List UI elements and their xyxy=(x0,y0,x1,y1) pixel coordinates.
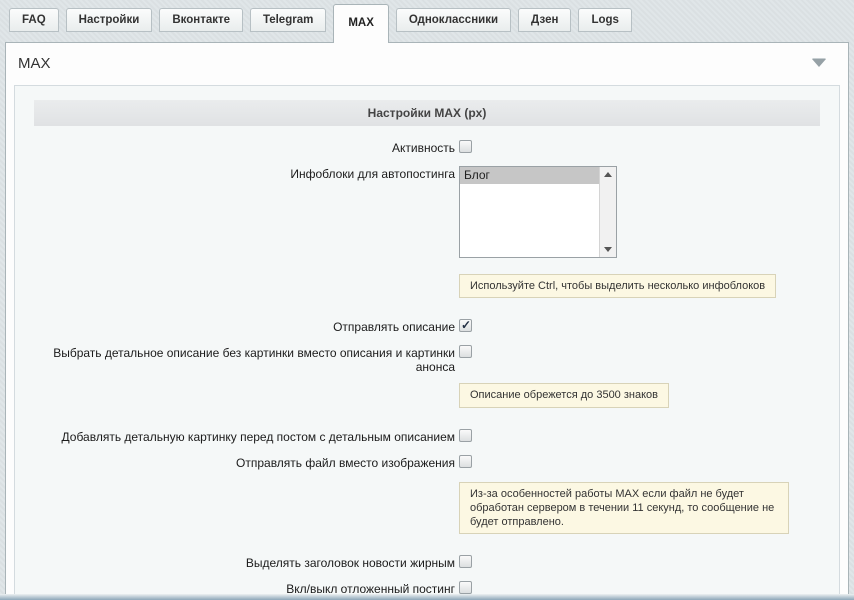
tab-faq[interactable]: FAQ xyxy=(9,8,59,32)
file-processing-hint: Из-за особенностей работы MAX если файл … xyxy=(459,482,789,535)
scroll-up-icon[interactable] xyxy=(600,167,616,182)
listbox-scrollbar[interactable] xyxy=(599,167,616,257)
tab-dzen[interactable]: Дзен xyxy=(518,8,571,32)
row-file-hint: Из-за особенностей работы MAX если файл … xyxy=(34,473,820,556)
listbox-option-blog[interactable]: Блог xyxy=(460,167,599,184)
row-detail-no-image: Выбрать детальное описание без картинки … xyxy=(34,345,820,374)
send-description-checkbox[interactable] xyxy=(459,319,472,332)
scroll-down-icon[interactable] xyxy=(600,242,616,257)
row-deferred-posting: Вкл/выкл отложенный постинг xyxy=(34,581,820,594)
row-description-hint: Описание обрежется до 3500 знаков xyxy=(34,374,820,428)
row-file-instead-image: Отправлять файл вместо изображения xyxy=(34,455,820,473)
description-limit-hint: Описание обрежется до 3500 знаков xyxy=(459,383,669,407)
tab-bar: FAQ Настройки Вконтакте Telegram MAX Одн… xyxy=(0,0,854,42)
file-instead-image-label: Отправлять файл вместо изображения xyxy=(34,455,459,470)
settings-panel: Настройки MAX (px) Активность Инфоблоки … xyxy=(14,85,840,594)
bold-title-label: Выделять заголовок новости жирным xyxy=(34,555,459,570)
detail-image-before-checkbox[interactable] xyxy=(459,429,472,442)
tab-telegram[interactable]: Telegram xyxy=(250,8,326,32)
row-send-description: Отправлять описание xyxy=(34,319,820,337)
deferred-posting-checkbox[interactable] xyxy=(459,581,472,594)
infoblocks-hint: Используйте Ctrl, чтобы выделить несколь… xyxy=(459,274,776,298)
infoblocks-label: Инфоблоки для автопостинга xyxy=(34,166,459,181)
tab-logs[interactable]: Logs xyxy=(578,8,631,32)
tab-vkontakte[interactable]: Вконтакте xyxy=(159,8,243,32)
row-detail-image-before: Добавлять детальную картинку перед посто… xyxy=(34,429,820,447)
collapse-chevron-down-icon[interactable] xyxy=(812,59,826,67)
infoblocks-listbox[interactable]: Блог xyxy=(459,166,617,258)
row-bold-title: Выделять заголовок новости жирным xyxy=(34,555,820,573)
section-header-bar: MAX xyxy=(6,43,848,85)
page-title: MAX xyxy=(18,55,51,72)
row-infoblocks: Инфоблоки для автопостинга Блог xyxy=(34,166,820,258)
activity-label: Активность xyxy=(34,140,459,155)
send-description-label: Отправлять описание xyxy=(34,319,459,334)
detail-no-image-label: Выбрать детальное описание без картинки … xyxy=(34,345,459,374)
file-instead-image-checkbox[interactable] xyxy=(459,455,472,468)
tab-settings[interactable]: Настройки xyxy=(66,8,153,32)
detail-image-before-label: Добавлять детальную картинку перед посто… xyxy=(34,429,459,444)
bottom-edge-strip xyxy=(0,594,854,600)
tab-odnoklassniki[interactable]: Одноклассники xyxy=(396,8,511,32)
row-infoblocks-hint: Используйте Ctrl, чтобы выделить несколь… xyxy=(34,258,820,319)
deferred-posting-label: Вкл/выкл отложенный постинг xyxy=(34,581,459,594)
activity-checkbox[interactable] xyxy=(459,140,472,153)
detail-no-image-checkbox[interactable] xyxy=(459,345,472,358)
row-activity: Активность xyxy=(34,140,820,158)
content-area: MAX Настройки MAX (px) Активность Инфобл… xyxy=(5,42,849,594)
panel-title: Настройки MAX (px) xyxy=(34,100,820,126)
bold-title-checkbox[interactable] xyxy=(459,555,472,568)
tab-max[interactable]: MAX xyxy=(333,4,389,43)
